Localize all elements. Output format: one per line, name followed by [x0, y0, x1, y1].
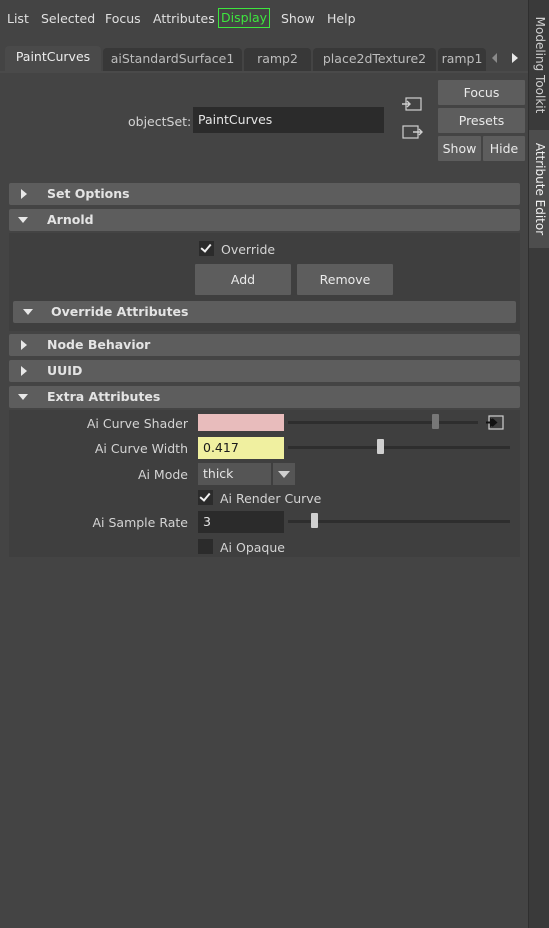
tab-modeling-toolkit[interactable]: Modeling Toolkit	[529, 6, 549, 124]
collapsed-arrow-icon	[21, 189, 27, 199]
collapsed-arrow-icon	[21, 340, 27, 350]
sample-rate-slider-handle[interactable]	[311, 513, 318, 528]
section-title: Node Behavior	[47, 337, 151, 352]
section-title: Override Attributes	[51, 304, 189, 319]
render-curve-label: Ai Render Curve	[220, 491, 322, 506]
presets-button[interactable]: Presets	[438, 108, 525, 133]
collapsed-arrow-icon	[21, 366, 27, 376]
mode-dropdown[interactable]: thick	[198, 463, 271, 485]
tab-ramp1[interactable]: ramp1	[438, 48, 486, 72]
curve-shader-label: Ai Curve Shader	[86, 416, 188, 431]
override-label: Override	[221, 242, 276, 257]
map-connection-icon[interactable]	[485, 414, 505, 431]
expanded-arrow-icon	[18, 394, 28, 400]
menu-bar: List Selected Focus Attributes Display S…	[0, 0, 528, 36]
input-connections-icon[interactable]	[401, 95, 423, 113]
opaque-label: Ai Opaque	[220, 540, 285, 555]
checkmark-icon	[199, 490, 211, 502]
menu-help[interactable]: Help	[327, 11, 356, 26]
tab-aistandardsurface1[interactable]: aiStandardSurface1	[103, 48, 242, 72]
sample-rate-slider-track[interactable]	[288, 520, 510, 523]
menu-focus[interactable]: Focus	[105, 11, 141, 26]
tab-paintcurves[interactable]: PaintCurves	[5, 46, 101, 72]
curve-shader-color-swatch[interactable]	[198, 414, 284, 431]
chevron-down-icon	[278, 471, 290, 478]
opaque-checkbox[interactable]	[198, 539, 213, 554]
side-tab-strip: Modeling Toolkit Attribute Editor	[528, 0, 549, 928]
expanded-arrow-icon	[18, 217, 28, 223]
sample-rate-field[interactable]: 3	[198, 511, 284, 533]
mode-label: Ai Mode	[137, 467, 188, 482]
sample-rate-label: Ai Sample Rate	[92, 515, 188, 530]
menu-selected[interactable]: Selected	[41, 11, 95, 26]
attribute-editor-label: Attribute Editor	[532, 142, 547, 236]
tab-underline	[0, 71, 528, 73]
section-extra-attributes[interactable]: Extra Attributes	[9, 386, 520, 408]
tab-ramp2[interactable]: ramp2	[244, 48, 311, 72]
menu-show[interactable]: Show	[281, 11, 315, 26]
menu-attributes[interactable]: Attributes	[153, 11, 215, 26]
show-button[interactable]: Show	[438, 136, 481, 161]
remove-button[interactable]: Remove	[297, 264, 393, 295]
section-title: Set Options	[47, 186, 130, 201]
hide-button[interactable]: Hide	[483, 136, 525, 161]
output-connections-icon[interactable]	[401, 123, 423, 141]
section-arnold[interactable]: Arnold	[9, 209, 520, 231]
focus-button[interactable]: Focus	[438, 80, 525, 105]
curve-shader-slider-track[interactable]	[288, 421, 478, 424]
section-set-options[interactable]: Set Options	[9, 183, 520, 205]
mode-dropdown-button[interactable]	[273, 463, 295, 485]
tab-scroll-right-icon[interactable]	[512, 53, 518, 63]
section-title: Extra Attributes	[47, 389, 161, 404]
section-uuid[interactable]: UUID	[9, 360, 520, 382]
checkmark-icon	[200, 241, 212, 253]
expanded-arrow-icon	[23, 309, 33, 315]
tab-scroll-left-icon[interactable]	[492, 53, 497, 63]
tab-place2dtexture2[interactable]: place2dTexture2	[313, 48, 436, 72]
section-title: Arnold	[47, 212, 94, 227]
override-checkbox[interactable]	[199, 241, 214, 256]
curve-width-label: Ai Curve Width	[94, 441, 188, 456]
curve-width-slider-handle[interactable]	[377, 439, 384, 454]
curve-shader-slider-handle[interactable]	[432, 414, 439, 429]
section-node-behavior[interactable]: Node Behavior	[9, 334, 520, 356]
curve-width-slider-track[interactable]	[288, 446, 510, 449]
add-button[interactable]: Add	[195, 264, 291, 295]
section-override-attributes[interactable]: Override Attributes	[13, 301, 516, 323]
curve-width-field[interactable]: 0.417	[198, 437, 284, 459]
node-tab-bar: PaintCurves aiStandardSurface1 ramp2 pla…	[0, 46, 528, 72]
objectset-field[interactable]: PaintCurves	[193, 107, 384, 133]
objectset-label: objectSet:	[128, 114, 192, 129]
menu-list[interactable]: List	[7, 11, 29, 26]
modeling-toolkit-label: Modeling Toolkit	[532, 16, 547, 114]
menu-display[interactable]: Display	[217, 8, 271, 28]
tab-attribute-editor[interactable]: Attribute Editor	[529, 130, 549, 248]
render-curve-checkbox[interactable]	[198, 490, 213, 505]
section-title: UUID	[47, 363, 83, 378]
